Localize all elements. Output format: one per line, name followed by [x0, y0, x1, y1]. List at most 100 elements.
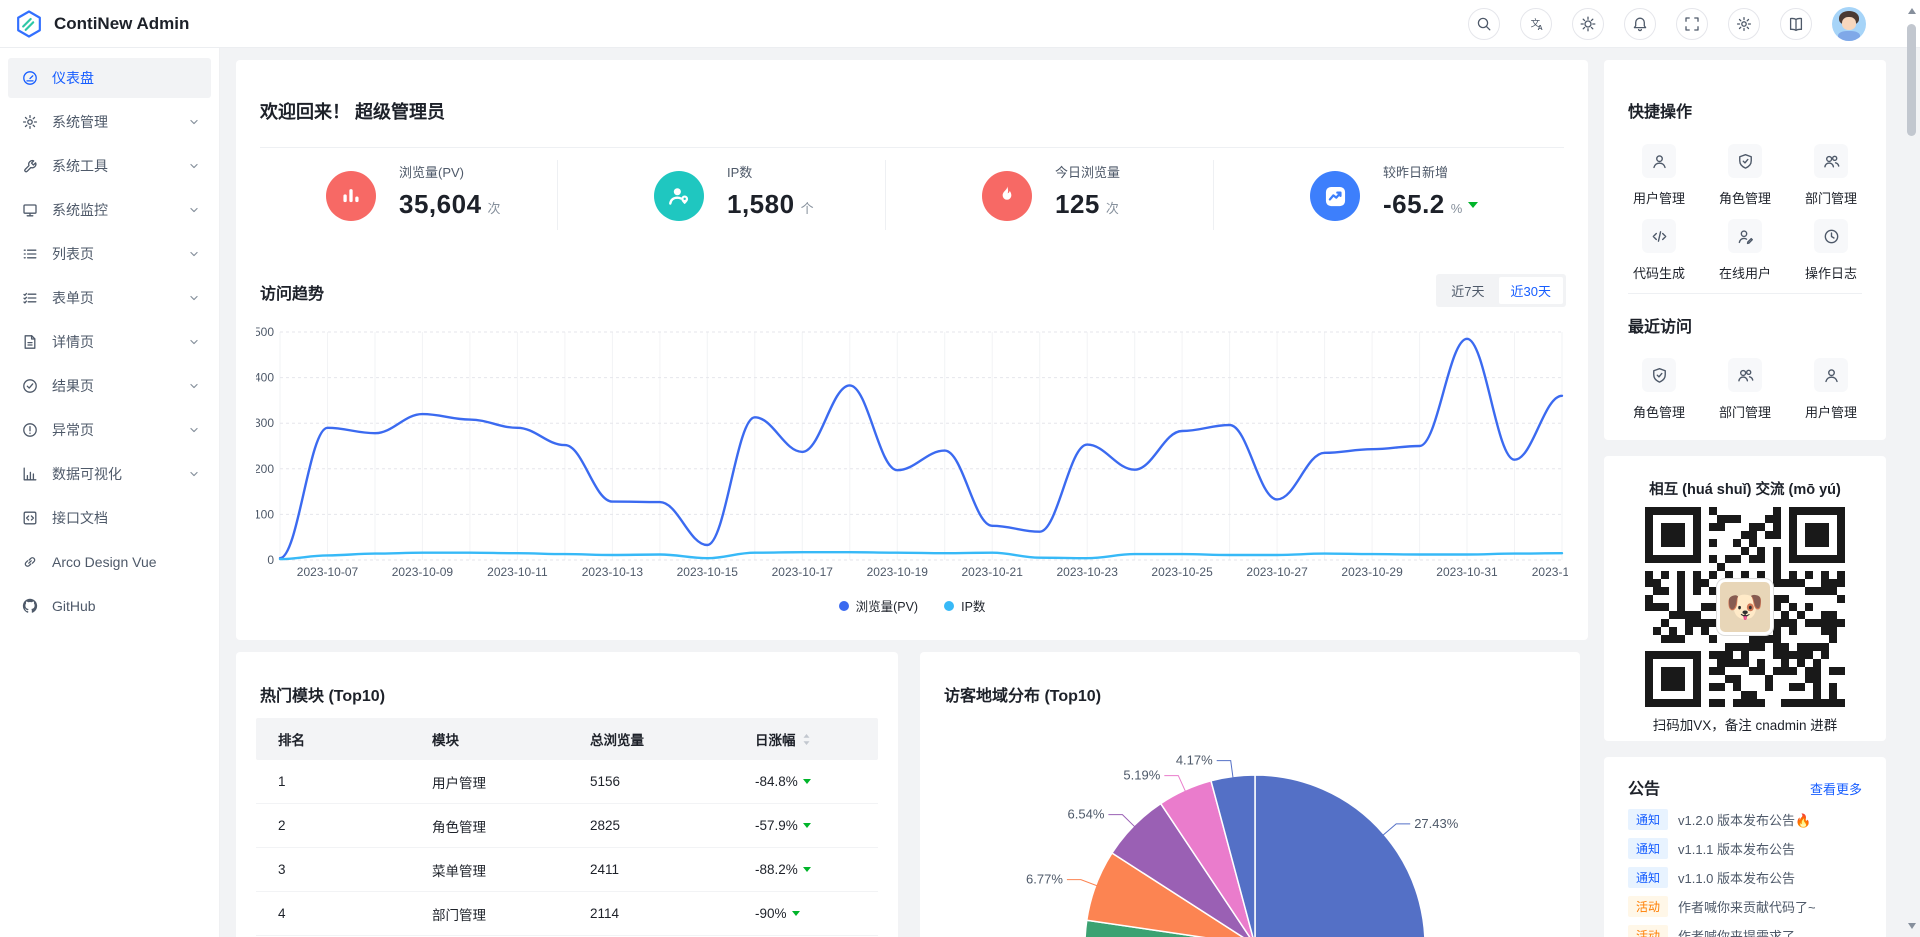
svg-text:400: 400 [256, 371, 274, 385]
trend-title: 访问趋势 [260, 280, 324, 304]
action-tile-user-edit-4[interactable]: 在线用户 [1702, 219, 1788, 282]
notification-icon[interactable] [1624, 8, 1656, 40]
svg-text:2023-10-15: 2023-10-15 [677, 565, 739, 579]
link-icon [22, 554, 38, 570]
stat-flame-icon [982, 171, 1032, 221]
sidebar-item-10[interactable]: 接口文档 [8, 498, 211, 538]
action-tile-shield-rv0[interactable]: 角色管理 [1616, 358, 1702, 421]
user-avatar[interactable] [1832, 7, 1866, 41]
search-icon[interactable] [1468, 8, 1500, 40]
svg-text:5.19%: 5.19% [1123, 768, 1160, 783]
announcement-item-0[interactable]: 通知v1.2.0 版本发布公告🔥 [1628, 809, 1868, 829]
chevron-down-icon [187, 467, 201, 481]
scrollbar-thumb[interactable] [1907, 24, 1916, 136]
announcements-more-link[interactable]: 查看更多 [1810, 779, 1862, 798]
announcement-text: v1.2.0 版本发布公告🔥 [1678, 810, 1811, 829]
users-icon [1814, 144, 1848, 178]
legend-item-0[interactable]: 浏览量(PV) [839, 596, 919, 615]
translate-icon[interactable]: 文A [1520, 8, 1552, 40]
sidebar-item-11[interactable]: Arco Design Vue [8, 542, 211, 582]
chevron-down-icon [187, 115, 201, 129]
cell-rank: 1 [278, 774, 286, 789]
svg-text:200: 200 [256, 462, 274, 476]
sidebar-item-label: 列表页 [52, 244, 173, 264]
announcement-badge: 活动 [1628, 896, 1668, 917]
action-tile-user-rv2[interactable]: 用户管理 [1788, 358, 1874, 421]
sidebar-item-label: 接口文档 [52, 508, 201, 528]
cell-rank: 4 [278, 906, 286, 921]
svg-text:2023-10-27: 2023-10-27 [1246, 565, 1308, 579]
action-tile-users-rv1[interactable]: 部门管理 [1702, 358, 1788, 421]
sidebar-item-6[interactable]: 详情页 [8, 322, 211, 362]
qr-caption: 扫码加VX，备注 cnadmin 进群 [1604, 714, 1886, 734]
sidebar-item-label: GitHub [52, 598, 201, 614]
cell-module: 用户管理 [432, 772, 486, 792]
scrollbar-down-arrow[interactable] [1908, 923, 1916, 929]
svg-text:2023-10-29: 2023-10-29 [1341, 565, 1403, 579]
announcement-item-4[interactable]: 活动作者喊你来提需求了 [1628, 925, 1868, 937]
announcement-text: 作者喊你来提需求了 [1678, 926, 1795, 937]
action-tile-shield-1[interactable]: 角色管理 [1702, 144, 1788, 207]
settings-icon[interactable] [1728, 8, 1760, 40]
app-logo[interactable]: ContiNew Admin [0, 9, 189, 39]
sidebar-item-2[interactable]: 系统工具 [8, 146, 211, 186]
stat-value: 35,604 [399, 189, 482, 220]
action-tile-label: 用户管理 [1633, 188, 1685, 207]
sidebar-item-0[interactable]: 仪表盘 [8, 58, 211, 98]
table-header-3: 日涨幅 [755, 729, 796, 749]
announcement-item-2[interactable]: 通知v1.1.0 版本发布公告 [1628, 867, 1868, 887]
chevron-down-icon [187, 247, 201, 261]
announcements-card: 公告 查看更多 通知v1.2.0 版本发布公告🔥通知v1.1.1 版本发布公告通… [1604, 757, 1886, 937]
theme-icon[interactable] [1572, 8, 1604, 40]
docs-icon[interactable] [1780, 8, 1812, 40]
cell-change: -88.2% [755, 862, 798, 877]
sidebar-item-3[interactable]: 系统监控 [8, 190, 211, 230]
app-root: ContiNew Admin 文A 仪表盘系统管理系统工具系统监控列表页表单页详… [0, 0, 1920, 937]
sidebar-item-7[interactable]: 结果页 [8, 366, 211, 406]
chevron-down-icon [187, 291, 201, 305]
trend-range-option-0[interactable]: 近7天 [1439, 277, 1496, 304]
cell-views: 2114 [590, 906, 619, 921]
sidebar-item-label: 表单页 [52, 288, 173, 308]
announcement-text: v1.1.1 版本发布公告 [1678, 839, 1795, 858]
action-tile-users-2[interactable]: 部门管理 [1788, 144, 1874, 207]
sidebar-item-9[interactable]: 数据可视化 [8, 454, 211, 494]
trend-legend: 浏览量(PV) IP数 [236, 596, 1588, 615]
scrollbar-up-arrow[interactable] [1908, 8, 1916, 14]
cell-views: 2411 [590, 862, 619, 877]
action-tile-code-3[interactable]: 代码生成 [1616, 219, 1702, 282]
sidebar-item-label: 详情页 [52, 332, 173, 352]
chart-icon [22, 466, 38, 482]
stat-card-1: IP数1,580个 [588, 156, 916, 256]
recent-visits-title: 最近访问 [1628, 313, 1692, 337]
quick-actions-title: 快捷操作 [1628, 98, 1692, 122]
sidebar-item-label: 系统监控 [52, 200, 173, 220]
dashboard-icon [22, 70, 38, 86]
check-circle-icon [22, 378, 38, 394]
sidebar-item-8[interactable]: 异常页 [8, 410, 211, 450]
stat-label: 今日浏览量 [1055, 162, 1120, 181]
sort-by-change[interactable]: 日涨幅 [733, 729, 878, 749]
sidebar-item-1[interactable]: 系统管理 [8, 102, 211, 142]
list-icon [22, 246, 38, 262]
action-tile-label: 角色管理 [1633, 402, 1685, 421]
action-tile-label: 部门管理 [1805, 188, 1857, 207]
wrench-icon [22, 158, 38, 174]
cell-change: -84.8% [755, 774, 798, 789]
announcement-item-3[interactable]: 活动作者喊你来贡献代码了~ [1628, 896, 1868, 916]
stat-label: 浏览量(PV) [399, 162, 501, 181]
legend-item-1[interactable]: IP数 [944, 596, 985, 615]
trend-range-option-1[interactable]: 近30天 [1499, 277, 1563, 304]
stat-card-2: 今日浏览量125次 [916, 156, 1244, 256]
svg-text:27.43%: 27.43% [1414, 816, 1459, 831]
sidebar-item-4[interactable]: 列表页 [8, 234, 211, 274]
header-actions: 文A [1468, 0, 1866, 48]
action-tile-user-0[interactable]: 用户管理 [1616, 144, 1702, 207]
sidebar-item-5[interactable]: 表单页 [8, 278, 211, 318]
github-icon [22, 598, 38, 614]
action-tile-history-5[interactable]: 操作日志 [1788, 219, 1874, 282]
announcement-item-1[interactable]: 通知v1.1.1 版本发布公告 [1628, 838, 1868, 858]
stat-value: 125 [1055, 189, 1100, 220]
sidebar-item-12[interactable]: GitHub [8, 586, 211, 626]
fullscreen-icon[interactable] [1676, 8, 1708, 40]
